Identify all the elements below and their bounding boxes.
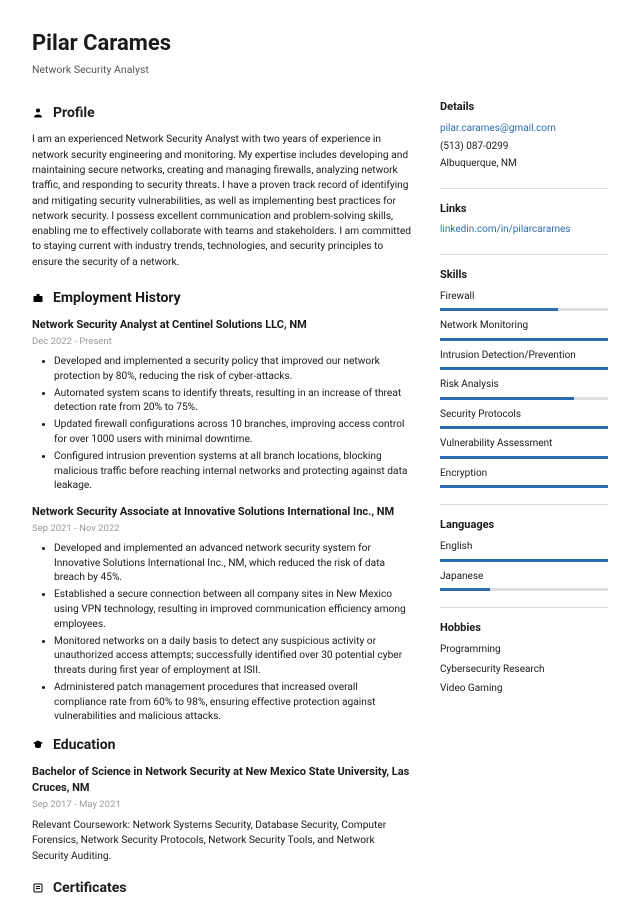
person-title: Network Security Analyst <box>32 62 608 77</box>
main-column: Profile I am an experienced Network Secu… <box>32 99 412 907</box>
skill-item: Network Monitoring <box>440 319 608 341</box>
graduation-cap-icon <box>32 739 44 751</box>
skill-bar-fill <box>440 338 608 341</box>
briefcase-icon <box>32 292 44 304</box>
skill-bar <box>440 456 608 459</box>
hobbies-heading: Hobbies <box>440 620 608 636</box>
certificate-icon <box>32 882 44 894</box>
job-title: Network Security Analyst at Centinel Sol… <box>32 317 412 333</box>
skill-item: Firewall <box>440 290 608 312</box>
skill-bar <box>440 485 608 488</box>
hobby-item: Programming <box>440 643 608 658</box>
job-bullet: Updated firewall configurations across 1… <box>54 418 412 448</box>
phone-text: (513) 087-0299 <box>440 140 608 155</box>
job-bullet: Developed and implemented an advanced ne… <box>54 542 412 586</box>
education-heading: Education <box>32 735 412 755</box>
education-text: Relevant Coursework: Network Systems Sec… <box>32 818 412 864</box>
job-bullet: Configured intrusion prevention systems … <box>54 450 412 494</box>
section-title: Certificates <box>53 878 126 898</box>
skill-bar-fill <box>440 588 490 591</box>
skills-heading: Skills <box>440 267 608 283</box>
details-heading: Details <box>440 99 608 115</box>
skill-bar-fill <box>440 426 608 429</box>
job-date: Sep 2021 - Nov 2022 <box>32 522 412 536</box>
skill-bar-fill <box>440 485 608 488</box>
skill-bar-fill <box>440 559 608 562</box>
sidebar: Details pilar.carames@gmail.com (513) 08… <box>440 99 608 907</box>
job-bullets: Developed and implemented a security pol… <box>32 355 412 494</box>
location-text: Albuquerque, NM <box>440 157 608 172</box>
person-name: Pilar Carames <box>32 28 608 60</box>
skill-bar <box>440 559 608 562</box>
skill-item: Japanese <box>440 570 608 592</box>
job-bullet: Administered patch management procedures… <box>54 681 412 725</box>
skill-item: Risk Analysis <box>440 378 608 400</box>
skill-item: English <box>440 540 608 562</box>
links-heading: Links <box>440 201 608 217</box>
profile-text: I am an experienced Network Security Ana… <box>32 132 412 270</box>
skill-name: English <box>440 540 608 555</box>
hobby-item: Video Gaming <box>440 682 608 697</box>
job-bullets: Developed and implemented an advanced ne… <box>32 542 412 725</box>
section-title: Profile <box>53 103 95 123</box>
skill-bar-fill <box>440 367 608 370</box>
skill-item: Security Protocols <box>440 408 608 430</box>
education-title: Bachelor of Science in Network Security … <box>32 764 412 796</box>
employment-heading: Employment History <box>32 288 412 308</box>
job-bullet: Established a secure connection between … <box>54 588 412 632</box>
divider <box>440 188 608 189</box>
skill-name: Firewall <box>440 290 608 305</box>
skill-name: Network Monitoring <box>440 319 608 334</box>
skill-bar <box>440 426 608 429</box>
skill-name: Encryption <box>440 467 608 482</box>
languages-heading: Languages <box>440 517 608 533</box>
divider <box>440 607 608 608</box>
email-link[interactable]: pilar.carames@gmail.com <box>440 123 556 134</box>
skill-name: Security Protocols <box>440 408 608 423</box>
skill-item: Vulnerability Assessment <box>440 437 608 459</box>
skill-name: Japanese <box>440 570 608 585</box>
section-title: Education <box>53 735 115 755</box>
certificates-heading: Certificates <box>32 878 412 898</box>
skill-name: Vulnerability Assessment <box>440 437 608 452</box>
profile-heading: Profile <box>32 103 412 123</box>
job-date: Dec 2022 - Present <box>32 335 412 349</box>
skill-bar-fill <box>440 308 558 311</box>
skill-bar <box>440 588 608 591</box>
skill-bar <box>440 308 608 311</box>
job-bullet: Automated system scans to identify threa… <box>54 387 412 417</box>
job-entry: Network Security Analyst at Centinel Sol… <box>32 317 412 494</box>
resume-header: Pilar Carames Network Security Analyst <box>32 28 608 77</box>
job-bullet: Monitored networks on a daily basis to d… <box>54 635 412 679</box>
divider <box>440 254 608 255</box>
skill-bar <box>440 338 608 341</box>
person-icon <box>32 107 44 119</box>
skill-bar-fill <box>440 397 574 400</box>
linkedin-link[interactable]: linkedin.com/in/pilarcarames <box>440 224 571 235</box>
job-bullet: Developed and implemented a security pol… <box>54 355 412 385</box>
skill-name: Risk Analysis <box>440 378 608 393</box>
section-title: Employment History <box>53 288 181 308</box>
skill-name: Intrusion Detection/Prevention <box>440 349 608 364</box>
job-entry: Network Security Associate at Innovative… <box>32 504 412 725</box>
skill-item: Encryption <box>440 467 608 489</box>
skill-bar-fill <box>440 456 608 459</box>
job-title: Network Security Associate at Innovative… <box>32 504 412 520</box>
skill-bar <box>440 367 608 370</box>
divider <box>440 504 608 505</box>
skill-item: Intrusion Detection/Prevention <box>440 349 608 371</box>
skill-bar <box>440 397 608 400</box>
hobby-item: Cybersecurity Research <box>440 663 608 678</box>
education-date: Sep 2017 - May 2021 <box>32 798 412 812</box>
